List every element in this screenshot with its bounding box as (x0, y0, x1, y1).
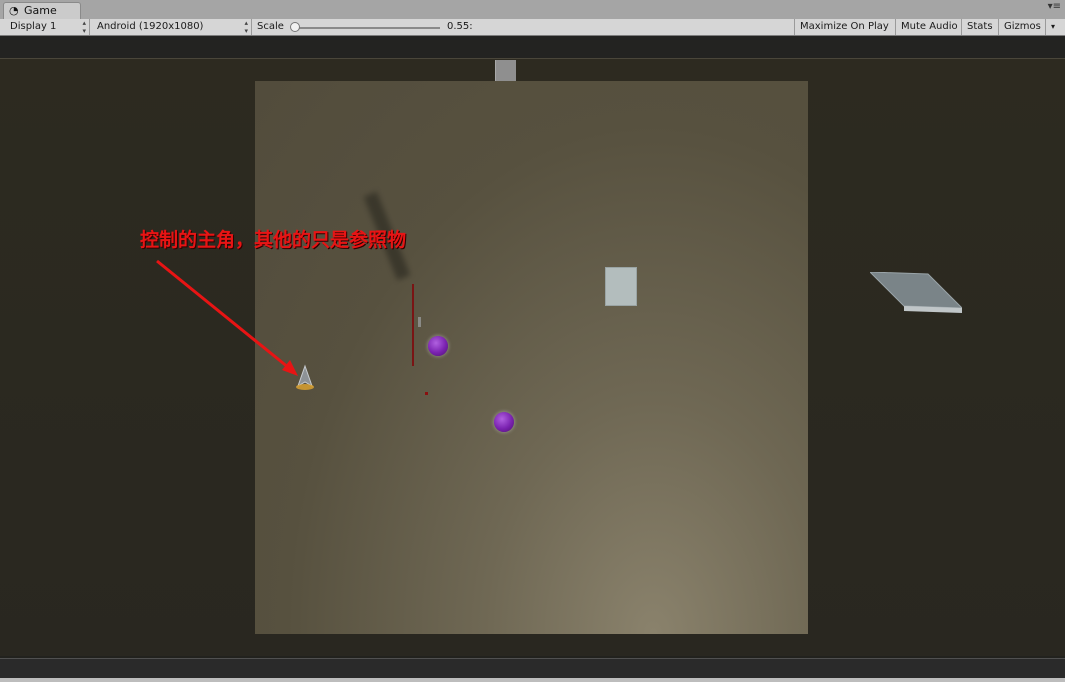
window-bottom-border (0, 678, 1065, 682)
annotation-arrow-icon (156, 259, 298, 376)
